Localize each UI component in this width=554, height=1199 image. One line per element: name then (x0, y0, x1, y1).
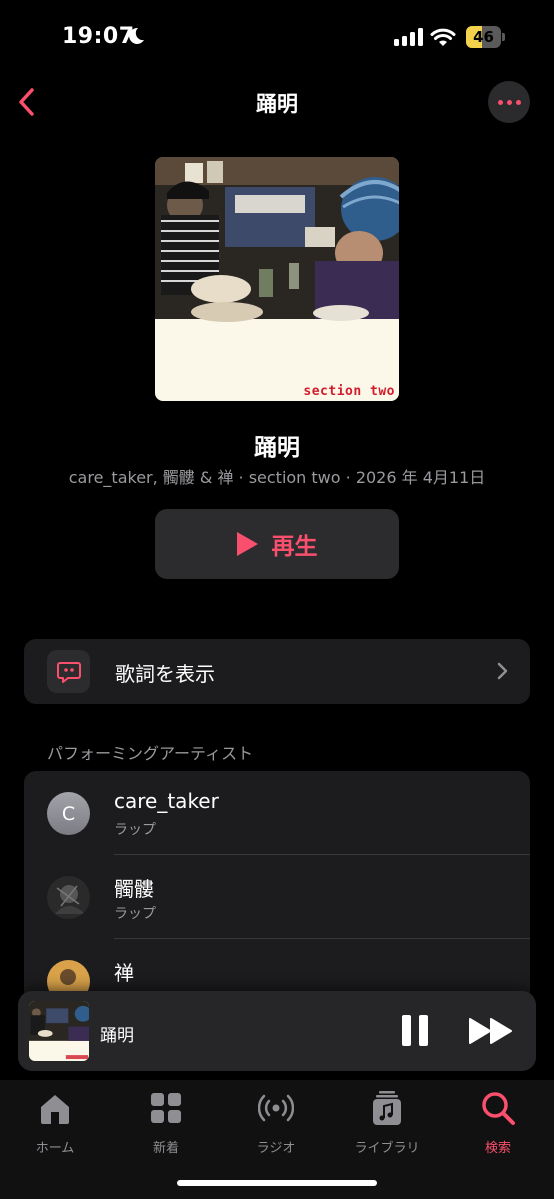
artist-role: ラップ (114, 822, 156, 838)
status-time: 19:07 (62, 24, 135, 49)
ellipsis-icon (497, 99, 503, 105)
tab-label: ホーム (35, 1141, 75, 1156)
home-icon (41, 1095, 69, 1124)
pause-icon (402, 1015, 411, 1046)
artist-item-dokuro[interactable]: 髑髏 ラップ (24, 855, 530, 939)
artist-name: care_taker (114, 789, 219, 813)
album-photo (155, 157, 399, 322)
artist-name: 髑髏 (114, 877, 154, 901)
tab-radio[interactable]: ラジオ (231, 1090, 321, 1156)
search-icon (482, 1092, 515, 1125)
play-icon (236, 532, 258, 556)
battery-indicator: 46 (466, 26, 505, 48)
artist-item-care-taker[interactable]: C care_taker ラップ (24, 771, 530, 855)
cellular-signal-icon (394, 28, 423, 46)
song-meta[interactable]: care_taker, 髑髏 & 禅 · section two · 2026 … (0, 464, 554, 488)
tab-home[interactable]: ホーム (10, 1090, 100, 1156)
tab-label: ライブラリ (354, 1141, 420, 1156)
tab-search[interactable]: 検索 (453, 1090, 543, 1156)
tab-label: 新着 (152, 1141, 179, 1156)
tab-library[interactable]: ライブラリ (342, 1090, 432, 1156)
skip-forward-button[interactable] (468, 1017, 514, 1045)
album-art-label: section two (303, 384, 395, 399)
now-playing-title: 踊明 (100, 1026, 134, 1046)
avatar: C (47, 792, 90, 835)
battery-percent: 46 (473, 28, 494, 46)
lyrics-label: 歌詞を表示 (115, 662, 215, 686)
mini-player-artwork (29, 1001, 89, 1061)
tab-label: 検索 (484, 1141, 511, 1156)
lyrics-quote-icon (47, 650, 90, 693)
tab-label: ラジオ (256, 1141, 296, 1156)
avatar (47, 876, 90, 919)
chevron-right-icon (497, 662, 508, 680)
library-icon (373, 1091, 401, 1125)
grid-icon (151, 1093, 181, 1123)
pause-button[interactable] (402, 1015, 428, 1046)
play-button[interactable]: 再生 (155, 509, 399, 579)
song-title: 踊明 (254, 435, 300, 461)
tab-new[interactable]: 新着 (121, 1090, 211, 1156)
show-lyrics-row[interactable]: 歌詞を表示 (24, 639, 530, 704)
home-indicator (177, 1180, 377, 1186)
moon-icon (129, 27, 144, 44)
mini-player[interactable]: 踊明 (18, 991, 536, 1071)
album-artwork: section two (155, 157, 399, 401)
play-button-label: 再生 (271, 534, 318, 560)
artist-role: ラップ (114, 906, 156, 922)
more-options-button[interactable] (488, 81, 530, 123)
performing-artists-header: パフォーミングアーティスト (47, 744, 254, 763)
wifi-icon (430, 28, 456, 46)
artist-name: 禅 (114, 961, 134, 985)
radio-icon (257, 1094, 295, 1122)
nav-title: 踊明 (256, 92, 298, 116)
